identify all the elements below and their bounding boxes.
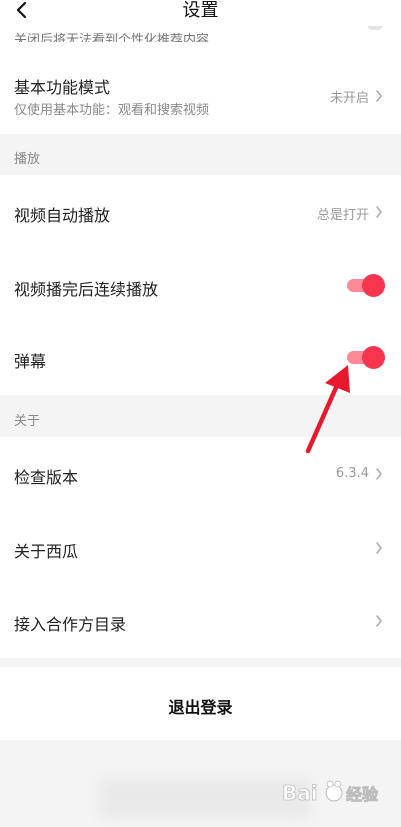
logout-panel: 退出登录	[0, 667, 401, 740]
blurred-content	[100, 778, 310, 818]
chevron-right-icon	[376, 615, 382, 627]
annotation-arrow-icon	[305, 365, 350, 454]
basic-mode-value: 未开启	[329, 91, 369, 106]
autoplay-value: 总是打开	[316, 208, 369, 223]
section-label-playback: 播放	[14, 152, 41, 167]
page-title: 设置	[182, 0, 219, 21]
baidu-watermark: Bai 经验	[282, 780, 379, 805]
partner-catalog-row[interactable]: 接入合作方目录	[0, 584, 401, 658]
chevron-right-icon	[376, 90, 382, 102]
chevron-right-icon	[376, 542, 382, 554]
svg-text:Bai: Bai	[282, 781, 318, 805]
about-panel: 检查版本 6.3.4 关于西瓜 接入合作方目录	[0, 437, 401, 658]
autoplay-title: 视频自动播放	[14, 206, 111, 225]
chevron-right-icon	[376, 468, 382, 480]
continuous-play-title: 视频播完后连续播放	[14, 280, 159, 299]
about-xigua-row[interactable]: 关于西瓜	[0, 511, 401, 584]
basic-mode-row[interactable]: 基本功能模式 仅使用基本功能：观看和搜索视频 未开启	[0, 62, 401, 132]
top-bar: 设置	[0, 0, 401, 26]
continuous-play-toggle[interactable]	[347, 273, 385, 297]
chevron-right-icon	[376, 206, 382, 218]
basic-mode-title: 基本功能模式	[14, 78, 111, 97]
autoplay-row[interactable]: 视频自动播放 总是打开	[0, 175, 401, 249]
about-xigua-title: 关于西瓜	[14, 542, 79, 561]
check-version-title: 检查版本	[14, 468, 79, 487]
playback-panel: 视频自动播放 总是打开 视频播完后连续播放 弹幕	[0, 175, 401, 395]
section-label-about: 关于	[14, 414, 41, 429]
partner-catalog-title: 接入合作方目录	[14, 615, 127, 634]
svg-text:经验: 经验	[346, 785, 379, 804]
logout-button[interactable]: 退出登录	[0, 694, 401, 718]
version-number: 6.3.4	[335, 466, 369, 481]
danmaku-title: 弹幕	[14, 352, 47, 371]
continuous-play-row: 视频播完后连续播放	[0, 249, 401, 323]
basic-mode-subtitle: 仅使用基本功能：观看和搜索视频	[14, 103, 210, 118]
